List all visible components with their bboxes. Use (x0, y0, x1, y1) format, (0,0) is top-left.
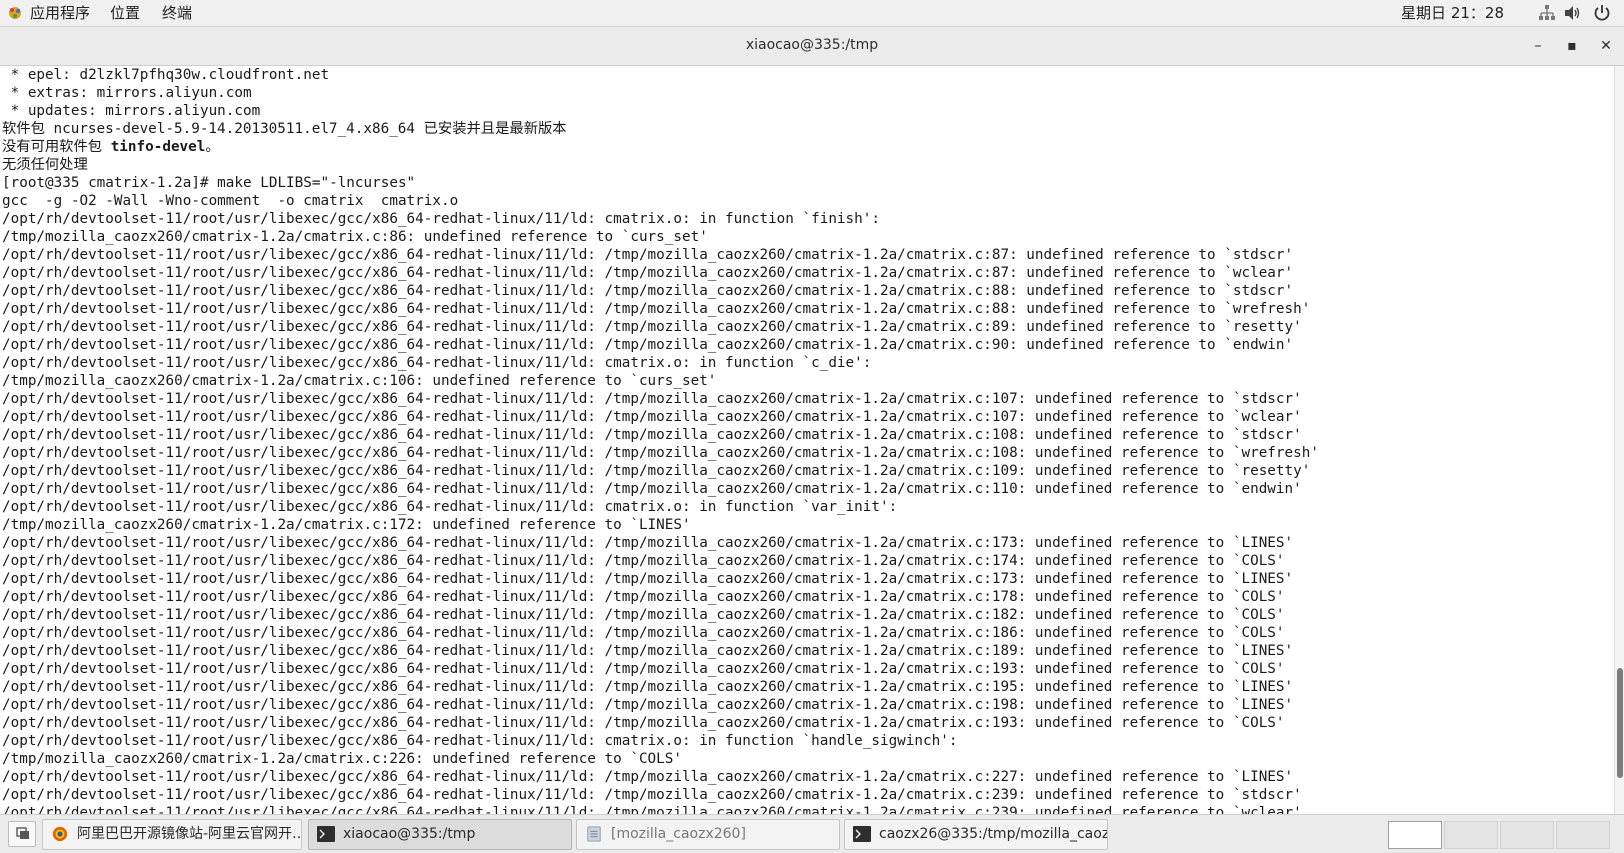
terminal-line: * updates: mirrors.aliyun.com (2, 103, 261, 119)
terminal-line: /opt/rh/devtoolset-11/root/usr/libexec/g… (2, 697, 1294, 713)
taskbar: 阿里巴巴开源镜像站-阿里云官网开… xiaocao@335:/tmp [mozi… (0, 814, 1624, 853)
terminal-line: /opt/rh/devtoolset-11/root/usr/libexec/g… (2, 463, 1311, 479)
show-desktop-button[interactable] (8, 821, 36, 847)
taskbar-item-label: caozx26@335:/tmp/mozilla_caozx-… (879, 826, 1107, 842)
terminal-line: /opt/rh/devtoolset-11/root/usr/libexec/g… (2, 427, 1302, 443)
terminal-line: /opt/rh/devtoolset-11/root/usr/libexec/g… (2, 625, 1285, 641)
terminal-line: /opt/rh/devtoolset-11/root/usr/libexec/g… (2, 391, 1302, 407)
terminal-line: /opt/rh/devtoolset-11/root/usr/libexec/g… (2, 661, 1285, 677)
terminal-output[interactable]: * epel: d2lzkl7pfhq30w.cloudfront.net * … (0, 66, 1614, 814)
workspace-3[interactable] (1500, 821, 1554, 849)
terminal-line: /opt/rh/devtoolset-11/root/usr/libexec/g… (2, 643, 1294, 659)
terminal-line: /opt/rh/devtoolset-11/root/usr/libexec/g… (2, 805, 1302, 814)
maximize-button[interactable]: ▪ (1562, 36, 1582, 56)
terminal-line: /opt/rh/devtoolset-11/root/usr/libexec/g… (2, 265, 1294, 281)
terminal-icon (317, 826, 335, 842)
taskbar-item-terminal-2[interactable]: caozx26@335:/tmp/mozilla_caozx-… (844, 819, 1108, 850)
terminal-line: /opt/rh/devtoolset-11/root/usr/libexec/g… (2, 211, 880, 227)
terminal-line: /opt/rh/devtoolset-11/root/usr/libexec/g… (2, 445, 1319, 461)
terminal-line: /opt/rh/devtoolset-11/root/usr/libexec/g… (2, 589, 1285, 605)
terminal-line: /opt/rh/devtoolset-11/root/usr/libexec/g… (2, 355, 872, 371)
terminal-icon (853, 826, 871, 842)
top-panel: 应用程序 位置 终端 星期日 21：28 (0, 0, 1624, 27)
terminal-lines: * epel: d2lzkl7pfhq30w.cloudfront.net * … (2, 66, 1319, 814)
clock[interactable]: 星期日 21：28 (1401, 3, 1504, 23)
terminal-line: /opt/rh/devtoolset-11/root/usr/libexec/g… (2, 481, 1302, 497)
minimize-button[interactable]: – (1528, 36, 1548, 56)
terminal-line: 无须任何处理 (2, 157, 88, 173)
scrollbar-thumb[interactable] (1617, 668, 1623, 778)
terminal-line: /tmp/mozilla_caozx260/cmatrix-1.2a/cmatr… (2, 751, 682, 767)
network-icon[interactable] (1538, 4, 1556, 22)
power-icon[interactable] (1593, 4, 1611, 22)
window-titlebar[interactable]: xiaocao@335:/tmp – ▪ ✕ (0, 27, 1624, 66)
terminal-line: /opt/rh/devtoolset-11/root/usr/libexec/g… (2, 571, 1294, 587)
terminal-line: /opt/rh/devtoolset-11/root/usr/libexec/g… (2, 283, 1294, 299)
terminal-line: gcc -g -O2 -Wall -Wno-comment -o cmatrix… (2, 193, 459, 209)
terminal-line: /opt/rh/devtoolset-11/root/usr/libexec/g… (2, 409, 1302, 425)
terminal-line: /opt/rh/devtoolset-11/root/usr/libexec/g… (2, 733, 958, 749)
taskbar-item-label: 阿里巴巴开源镜像站-阿里云官网开… (77, 826, 302, 842)
menu-terminal[interactable]: 终端 (162, 3, 192, 23)
terminal-line: /opt/rh/devtoolset-11/root/usr/libexec/g… (2, 499, 898, 515)
terminal-line: /opt/rh/devtoolset-11/root/usr/libexec/g… (2, 715, 1285, 731)
taskbar-item-label: xiaocao@335:/tmp (343, 826, 476, 842)
terminal-line: /opt/rh/devtoolset-11/root/usr/libexec/g… (2, 247, 1294, 263)
terminal-line: /tmp/mozilla_caozx260/cmatrix-1.2a/cmatr… (2, 517, 691, 533)
show-desktop-icon (16, 827, 29, 839)
taskbar-item-file-manager[interactable]: [mozilla_caozx260] (576, 819, 840, 850)
terminal-line: 没有可用软件包 tinfo-devel。 (2, 139, 220, 155)
workspace-4[interactable] (1556, 821, 1610, 849)
terminal-line: * extras: mirrors.aliyun.com (2, 85, 252, 101)
terminal-line: /opt/rh/devtoolset-11/root/usr/libexec/g… (2, 535, 1294, 551)
workspace-2[interactable] (1444, 821, 1498, 849)
terminal-line: [root@335 cmatrix-1.2a]# make LDLIBS="-l… (2, 175, 416, 191)
taskbar-item-label: [mozilla_caozx260] (611, 826, 746, 842)
terminal-line: /opt/rh/devtoolset-11/root/usr/libexec/g… (2, 769, 1294, 785)
volume-icon[interactable] (1563, 4, 1581, 22)
workspace-1[interactable] (1388, 821, 1442, 849)
applications-menu-icon (9, 7, 21, 19)
terminal-line: * epel: d2lzkl7pfhq30w.cloudfront.net (2, 67, 330, 83)
terminal-line: /opt/rh/devtoolset-11/root/usr/libexec/g… (2, 679, 1294, 695)
firefox-icon (52, 826, 68, 842)
terminal-line: /opt/rh/devtoolset-11/root/usr/libexec/g… (2, 319, 1302, 335)
taskbar-item-browser[interactable]: 阿里巴巴开源镜像站-阿里云官网开… (42, 819, 302, 850)
close-button[interactable]: ✕ (1596, 36, 1616, 56)
terminal-line: /opt/rh/devtoolset-11/root/usr/libexec/g… (2, 607, 1285, 623)
file-manager-icon (587, 826, 601, 842)
terminal-line: /opt/rh/devtoolset-11/root/usr/libexec/g… (2, 553, 1285, 569)
terminal-scrollbar[interactable] (1614, 66, 1624, 814)
terminal-line: /opt/rh/devtoolset-11/root/usr/libexec/g… (2, 787, 1302, 803)
terminal-line: /opt/rh/devtoolset-11/root/usr/libexec/g… (2, 301, 1311, 317)
package-name: tinfo-devel (110, 139, 206, 155)
terminal-line: /tmp/mozilla_caozx260/cmatrix-1.2a/cmatr… (2, 373, 717, 389)
menu-applications[interactable]: 应用程序 (30, 3, 90, 23)
terminal-line: 软件包 ncurses-devel-5.9-14.20130511.el7_4.… (2, 121, 567, 137)
window-title: xiaocao@335:/tmp (745, 37, 879, 53)
terminal-line: /tmp/mozilla_caozx260/cmatrix-1.2a/cmatr… (2, 229, 708, 245)
taskbar-item-terminal-active[interactable]: xiaocao@335:/tmp (308, 819, 572, 850)
menu-places[interactable]: 位置 (110, 3, 140, 23)
terminal-line: /opt/rh/devtoolset-11/root/usr/libexec/g… (2, 337, 1294, 353)
